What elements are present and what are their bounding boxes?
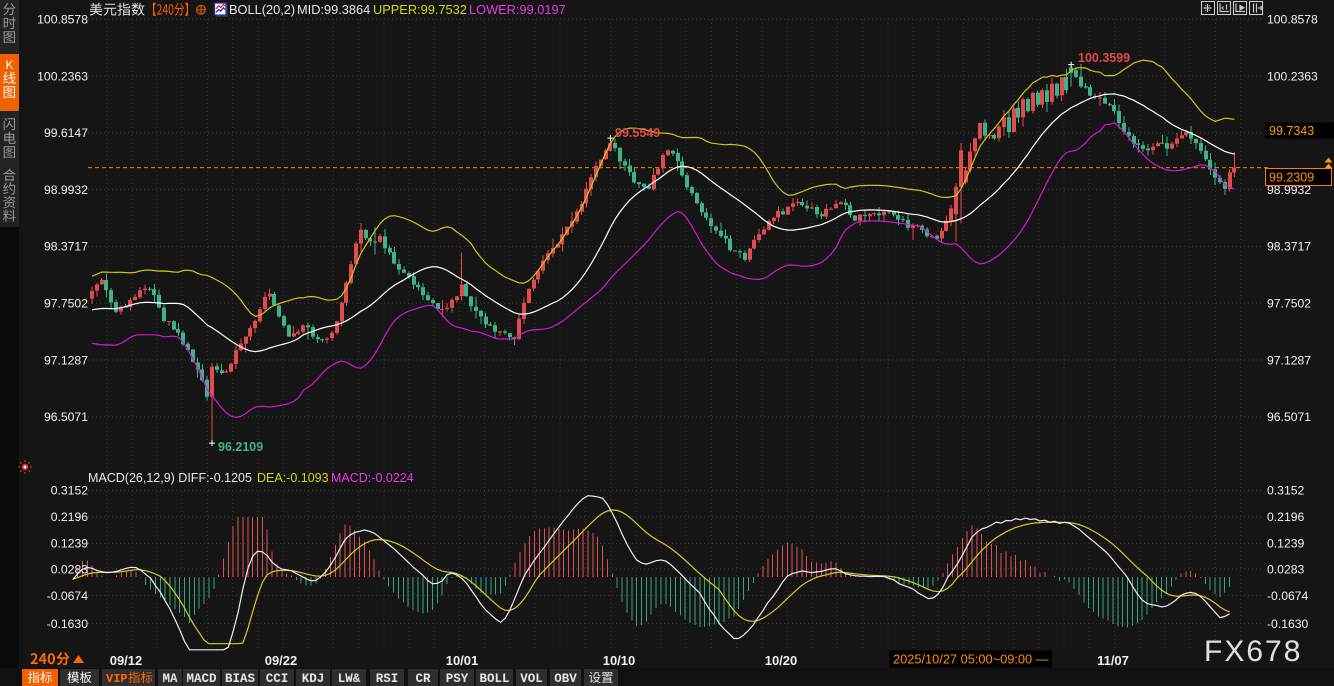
svg-text:0.1239: 0.1239 bbox=[1267, 537, 1304, 551]
svg-text:99.2309: 99.2309 bbox=[1269, 171, 1314, 185]
svg-text:K: K bbox=[5, 58, 13, 72]
svg-text:10/20: 10/20 bbox=[765, 653, 798, 668]
svg-text:KDJ: KDJ bbox=[302, 672, 325, 686]
svg-text:96.5071: 96.5071 bbox=[1267, 410, 1311, 424]
svg-text:11/07: 11/07 bbox=[1097, 653, 1129, 668]
svg-text:97.1287: 97.1287 bbox=[44, 353, 88, 367]
svg-text:10/10: 10/10 bbox=[603, 653, 636, 668]
svg-text:0.2196: 0.2196 bbox=[1267, 510, 1304, 524]
svg-text:97.7502: 97.7502 bbox=[1267, 297, 1311, 311]
svg-text:MACD:-0.0224: MACD:-0.0224 bbox=[331, 471, 414, 485]
svg-text:0.2196: 0.2196 bbox=[51, 510, 88, 524]
svg-text:VIP: VIP bbox=[106, 672, 128, 686]
svg-text:CR: CR bbox=[415, 672, 431, 686]
svg-text:98.3717: 98.3717 bbox=[1267, 240, 1311, 254]
svg-text:MACD(26,12,9) DIFF:-0.1205: MACD(26,12,9) DIFF:-0.1205 bbox=[88, 471, 252, 485]
svg-text:FX678: FX678 bbox=[1204, 635, 1302, 668]
svg-text:VOL: VOL bbox=[520, 672, 543, 686]
svg-text:96.2109: 96.2109 bbox=[218, 440, 263, 454]
svg-text:LOWER:99.0197: LOWER:99.0197 bbox=[469, 2, 566, 17]
svg-text:-0.1630: -0.1630 bbox=[1267, 617, 1309, 631]
svg-text:0.0283: 0.0283 bbox=[1267, 562, 1304, 576]
svg-text:UPPER:99.7532: UPPER:99.7532 bbox=[373, 2, 467, 17]
svg-text:100.8578: 100.8578 bbox=[37, 13, 88, 27]
svg-text:09/12: 09/12 bbox=[110, 653, 143, 668]
svg-text:0.3152: 0.3152 bbox=[1267, 484, 1304, 498]
svg-text:MID:99.3864: MID:99.3864 bbox=[297, 2, 370, 17]
svg-text:OBV: OBV bbox=[554, 672, 577, 686]
svg-text:100.8578: 100.8578 bbox=[1267, 13, 1318, 27]
svg-text:BOLL(20,2): BOLL(20,2) bbox=[229, 2, 295, 17]
svg-text:09/22: 09/22 bbox=[265, 653, 298, 668]
svg-text:98.9932: 98.9932 bbox=[44, 183, 88, 197]
svg-text:LW&: LW& bbox=[338, 672, 361, 686]
svg-text:PSY: PSY bbox=[446, 672, 469, 686]
svg-text:MACD: MACD bbox=[186, 672, 217, 686]
svg-text:96.5071: 96.5071 bbox=[44, 410, 88, 424]
svg-text:97.7502: 97.7502 bbox=[44, 297, 88, 311]
svg-text:10/01: 10/01 bbox=[446, 653, 479, 668]
svg-text:RSI: RSI bbox=[376, 672, 399, 686]
svg-text:100.3599: 100.3599 bbox=[1078, 51, 1130, 65]
svg-text:99.5549: 99.5549 bbox=[615, 126, 660, 140]
svg-text:99.6147: 99.6147 bbox=[44, 126, 88, 140]
svg-text:0.3152: 0.3152 bbox=[51, 484, 88, 498]
svg-text:97.1287: 97.1287 bbox=[1267, 353, 1311, 367]
svg-text:100.2363: 100.2363 bbox=[1267, 69, 1318, 83]
svg-text:-0.0674: -0.0674 bbox=[47, 589, 89, 603]
svg-text:BIAS: BIAS bbox=[225, 672, 256, 686]
svg-text:CCI: CCI bbox=[266, 672, 289, 686]
svg-text:BOLL: BOLL bbox=[479, 672, 509, 686]
svg-text:MA: MA bbox=[162, 672, 178, 686]
svg-text:98.3717: 98.3717 bbox=[44, 240, 88, 254]
svg-text:0.0283: 0.0283 bbox=[51, 562, 88, 576]
svg-text:99.7343: 99.7343 bbox=[1269, 124, 1314, 138]
svg-text:-0.1630: -0.1630 bbox=[47, 617, 89, 631]
svg-text:0.1239: 0.1239 bbox=[51, 537, 88, 551]
svg-text:DEA:-0.1093: DEA:-0.1093 bbox=[257, 471, 329, 485]
svg-text:2025/10/27 05:00~09:00 —: 2025/10/27 05:00~09:00 — bbox=[893, 652, 1049, 667]
svg-text:100.2363: 100.2363 bbox=[37, 69, 88, 83]
svg-text:-0.0674: -0.0674 bbox=[1267, 589, 1309, 603]
